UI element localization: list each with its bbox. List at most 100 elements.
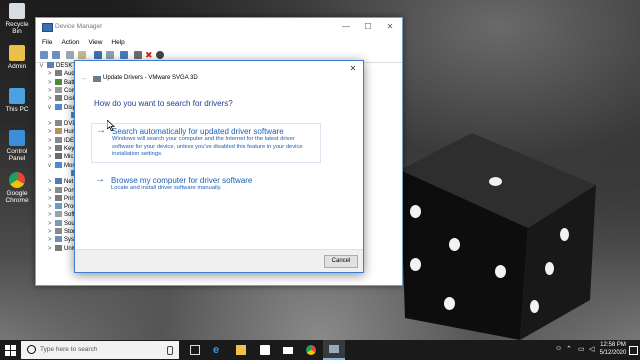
device-manager-icon xyxy=(42,23,53,32)
tree-item[interactable]: > Mic xyxy=(48,153,73,161)
person-icon[interactable]: ☺ xyxy=(555,345,562,352)
properties-icon[interactable] xyxy=(66,51,74,59)
expand-chevron-icon[interactable]: > xyxy=(48,87,55,95)
chrome-icon xyxy=(9,172,25,188)
desktop-icon-recycle-bin[interactable]: Recycle Bin xyxy=(2,3,32,35)
desktop-icon-google-chrome[interactable]: Google Chrome xyxy=(2,172,32,204)
expand-chevron-icon[interactable]: > xyxy=(48,195,55,203)
expand-chevron-icon[interactable]: > xyxy=(48,187,55,195)
taskbar-search[interactable]: Type here to search xyxy=(21,341,179,359)
expand-chevron-icon[interactable]: > xyxy=(48,178,55,186)
device-category-icon xyxy=(55,194,62,201)
expand-chevron-icon[interactable]: > xyxy=(48,137,55,145)
expand-chevron-icon[interactable]: > xyxy=(48,70,55,78)
dialog-close-button[interactable]: ✕ xyxy=(347,63,359,75)
die-pip xyxy=(530,300,539,313)
view-icon[interactable] xyxy=(106,51,114,59)
tree-item-label: IDE xyxy=(64,137,75,144)
tree-item[interactable]: > Disk xyxy=(48,95,76,103)
tree-item[interactable]: > Hum xyxy=(48,128,77,136)
network-icon[interactable]: ▭ xyxy=(578,345,585,353)
expand-chevron-icon[interactable]: > xyxy=(48,79,55,87)
expand-chevron-icon[interactable]: > xyxy=(48,245,55,253)
tree-item[interactable]: > Sou xyxy=(48,219,75,228)
expand-chevron-icon[interactable]: > xyxy=(48,228,55,236)
tree-item[interactable]: > Aud xyxy=(48,70,75,78)
tree-item[interactable]: > Batt xyxy=(48,78,75,87)
mail-icon[interactable] xyxy=(283,347,293,354)
back-icon[interactable] xyxy=(40,51,48,59)
tree-item[interactable]: > Proc xyxy=(48,203,76,211)
expand-chevron-icon[interactable]: v xyxy=(48,104,55,112)
desktop-icon-this-pc[interactable]: This PC xyxy=(2,88,32,113)
edge-icon[interactable]: e xyxy=(213,345,223,356)
expand-chevron-icon[interactable]: v xyxy=(40,62,47,70)
expand-chevron-icon[interactable]: > xyxy=(48,211,55,219)
tree-item[interactable]: > Univ xyxy=(48,244,76,253)
tree-item[interactable]: > Com xyxy=(48,86,77,95)
desktop-icon-admin[interactable]: Admin xyxy=(2,45,32,70)
expand-chevron-icon[interactable]: > xyxy=(48,120,55,128)
help-icon[interactable] xyxy=(94,51,102,59)
file-explorer-icon[interactable] xyxy=(236,345,246,355)
tree-item[interactable]: v Disp xyxy=(48,103,76,112)
expand-chevron-icon[interactable]: > xyxy=(48,145,55,153)
cancel-button[interactable]: Cancel xyxy=(324,255,358,268)
expand-chevron-icon[interactable]: > xyxy=(48,95,55,103)
microphone-icon[interactable] xyxy=(167,346,173,355)
clock-date: 5/12/2020 xyxy=(599,350,627,356)
close-button[interactable]: ✕ xyxy=(380,21,400,33)
expand-chevron-icon[interactable]: v xyxy=(48,162,55,170)
menu-action[interactable]: Action xyxy=(61,39,79,46)
title-bar[interactable]: Device Manager — ☐ ✕ xyxy=(36,18,402,37)
scan-hardware-icon[interactable] xyxy=(120,51,128,59)
tree-item[interactable]: > IDE xyxy=(48,136,75,145)
task-view-icon[interactable] xyxy=(190,345,200,355)
device-manager-taskbar-button[interactable] xyxy=(323,340,345,360)
action-center-icon[interactable] xyxy=(629,346,638,355)
back-arrow-icon[interactable]: ← xyxy=(81,75,88,82)
download-icon[interactable] xyxy=(156,51,164,59)
menu-help[interactable]: Help xyxy=(111,39,124,46)
menu-view[interactable]: View xyxy=(88,39,102,46)
tree-item[interactable]: > Key xyxy=(48,145,74,153)
windows-start-icon[interactable] xyxy=(5,345,16,356)
update-driver-icon[interactable] xyxy=(134,51,142,59)
tree-item-label: Mic xyxy=(64,154,74,161)
device-category-icon xyxy=(55,228,62,234)
arrow-right-icon: → xyxy=(95,174,105,185)
desktop-icon-control-panel[interactable]: Control Panel xyxy=(2,130,32,162)
store-icon[interactable] xyxy=(260,345,270,355)
tree-item[interactable]: > Prin xyxy=(48,194,75,203)
forward-icon[interactable] xyxy=(52,51,60,59)
search-automatically-option[interactable]: → Search automatically for updated drive… xyxy=(91,123,321,163)
menu-file[interactable]: File xyxy=(42,39,52,46)
tree-item[interactable]: > Syst xyxy=(48,236,76,244)
maximize-button[interactable]: ☐ xyxy=(358,21,378,33)
browse-computer-option[interactable]: → Browse my computer for driver software… xyxy=(91,173,319,196)
device-manager-icon xyxy=(329,345,339,353)
volume-icon[interactable]: ◁ xyxy=(589,345,594,353)
expand-chevron-icon[interactable]: > xyxy=(48,128,55,136)
tree-item[interactable]: > Net xyxy=(48,178,73,186)
uninstall-icon[interactable]: ✖ xyxy=(145,51,153,60)
minimize-button[interactable]: — xyxy=(336,21,356,33)
tree-item[interactable]: > DVD xyxy=(48,120,77,128)
show-hide-icon[interactable] xyxy=(78,51,86,59)
expand-chevron-icon[interactable]: > xyxy=(48,203,55,211)
chrome-taskbar-icon[interactable] xyxy=(306,345,316,355)
expand-chevron-icon[interactable]: > xyxy=(48,220,55,228)
tree-item[interactable]: > Port xyxy=(48,186,75,195)
tree-item[interactable]: v Mon xyxy=(48,161,76,170)
device-category-icon xyxy=(55,186,62,193)
system-clock[interactable]: 12:58 PM 5/12/2020 xyxy=(598,341,628,357)
chevron-up-icon[interactable]: ⌃ xyxy=(566,345,572,353)
device-category-icon xyxy=(55,136,62,143)
tree-item[interactable]: > Stor xyxy=(48,228,75,236)
mouse-cursor-icon xyxy=(107,120,115,131)
die-pip xyxy=(495,265,506,278)
dialog-footer: Cancel xyxy=(75,249,363,272)
tree-item[interactable]: > Soft xyxy=(48,211,75,219)
expand-chevron-icon[interactable]: > xyxy=(48,236,55,244)
expand-chevron-icon[interactable]: > xyxy=(48,153,55,161)
